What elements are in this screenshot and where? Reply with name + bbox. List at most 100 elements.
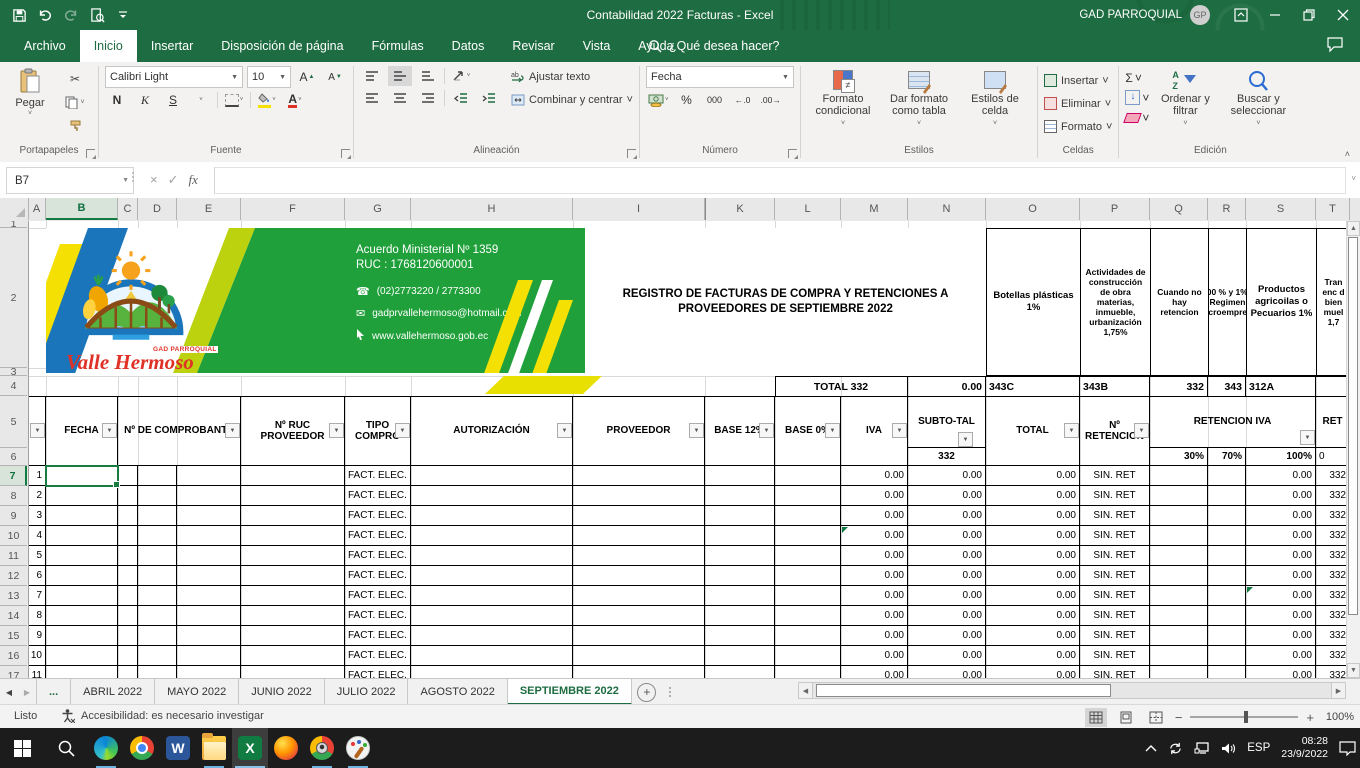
cell-R6[interactable]: 70% bbox=[1208, 448, 1246, 466]
horizontal-scroll-thumb[interactable] bbox=[816, 684, 1111, 697]
col-header-O[interactable]: O bbox=[986, 198, 1080, 220]
excel-icon[interactable]: X bbox=[232, 728, 268, 768]
row-header-6[interactable]: 6 bbox=[0, 448, 27, 466]
chrome-profile-icon[interactable] bbox=[304, 728, 340, 768]
formula-bar-splitter[interactable] bbox=[132, 172, 134, 182]
ribbon-tab-disposici-n-de-p-gina[interactable]: Disposición de página bbox=[207, 30, 357, 62]
filter-icon-FECHA[interactable]: ▼ bbox=[102, 423, 117, 438]
insert-cells-button[interactable]: Insertar˅ bbox=[1044, 70, 1112, 91]
cell-O6[interactable] bbox=[986, 448, 1080, 466]
cell-R4[interactable]: 343 bbox=[1208, 377, 1246, 396]
filter-icon-IVA[interactable]: ▼ bbox=[892, 423, 907, 438]
hscroll-right-icon[interactable]: ▶ bbox=[1331, 682, 1346, 699]
comment-icon[interactable] bbox=[1326, 35, 1348, 57]
cell-T16[interactable]: 332 bbox=[1316, 646, 1350, 666]
cell-O16[interactable]: 0.00 bbox=[986, 646, 1080, 666]
cell-K15[interactable] bbox=[705, 626, 775, 646]
row-header-10[interactable]: 10 bbox=[0, 526, 27, 546]
cell-M8[interactable]: 0.00 bbox=[841, 486, 908, 506]
align-right-button[interactable] bbox=[416, 88, 440, 108]
page-break-view-button[interactable] bbox=[1145, 708, 1167, 727]
comma-style-button[interactable]: 000 bbox=[703, 90, 727, 110]
cell-T9[interactable]: 332 bbox=[1316, 506, 1350, 526]
col-header-T[interactable]: T bbox=[1316, 198, 1350, 220]
font-name-select[interactable]: Calibri Light▼ bbox=[105, 66, 243, 88]
cell-B11[interactable] bbox=[46, 546, 118, 566]
cell-A10[interactable]: 4 bbox=[28, 526, 46, 546]
align-bottom-button[interactable] bbox=[416, 66, 440, 86]
cell-O4[interactable]: 343C bbox=[986, 377, 1080, 396]
shrink-font-button[interactable]: A▼ bbox=[323, 67, 347, 87]
cell-O12[interactable]: 0.00 bbox=[986, 566, 1080, 586]
cell-K8[interactable] bbox=[705, 486, 775, 506]
cell-M11[interactable]: 0.00 bbox=[841, 546, 908, 566]
cell-H15[interactable] bbox=[411, 626, 573, 646]
cell-B10[interactable] bbox=[46, 526, 118, 546]
vertical-scrollbar[interactable]: ▲ ▼ bbox=[1346, 221, 1360, 678]
filter-icon-RETENCION IVA[interactable]: ▼ bbox=[1300, 430, 1315, 445]
cell-O8[interactable]: 0.00 bbox=[986, 486, 1080, 506]
cell-R8[interactable] bbox=[1208, 486, 1246, 506]
cell-M10[interactable]: 0.00 bbox=[841, 526, 908, 546]
merge-center-button[interactable]: Combinar y centrar ˅ bbox=[511, 89, 633, 110]
cell-L12[interactable] bbox=[775, 566, 841, 586]
cell-M15[interactable]: 0.00 bbox=[841, 626, 908, 646]
new-sheet-button[interactable]: + bbox=[632, 679, 662, 705]
insert-function-icon[interactable]: fx bbox=[189, 172, 198, 188]
cell-L10[interactable] bbox=[775, 526, 841, 546]
cell-S13[interactable]: 0.00 bbox=[1246, 586, 1316, 606]
cell-I12[interactable] bbox=[573, 566, 705, 586]
cell-N8[interactable]: 0.00 bbox=[908, 486, 986, 506]
cell-G10[interactable]: FACT. ELEC. bbox=[345, 526, 411, 546]
cell-Q7[interactable] bbox=[1150, 466, 1208, 486]
cell-G15[interactable]: FACT. ELEC. bbox=[345, 626, 411, 646]
ribbon-tab-revisar[interactable]: Revisar bbox=[498, 30, 568, 62]
header-Q5[interactable]: RETENCION IVA bbox=[1150, 396, 1316, 448]
cell-G9[interactable]: FACT. ELEC. bbox=[345, 506, 411, 526]
header-S2[interactable]: Productos agricoilas o Pecuarios 1% bbox=[1247, 229, 1317, 376]
cell-Q15[interactable] bbox=[1150, 626, 1208, 646]
cell-S4[interactable]: 312A bbox=[1246, 377, 1316, 396]
cell-S12[interactable]: 0.00 bbox=[1246, 566, 1316, 586]
col-header-M[interactable]: M bbox=[841, 198, 908, 220]
increase-decimal-button[interactable]: ←.0 bbox=[731, 90, 755, 110]
cell-O17[interactable]: 0.00 bbox=[986, 666, 1080, 678]
align-left-button[interactable] bbox=[360, 88, 384, 108]
cell-N7[interactable]: 0.00 bbox=[908, 466, 986, 486]
firefox-icon[interactable] bbox=[268, 728, 304, 768]
cell-T10[interactable]: 332 bbox=[1316, 526, 1350, 546]
sheet-tabs-menu[interactable] bbox=[662, 679, 678, 705]
grow-font-button[interactable]: A▲ bbox=[295, 67, 319, 87]
sheet-tab-junio-2022[interactable]: JUNIO 2022 bbox=[239, 679, 325, 705]
col-header-L[interactable]: L bbox=[775, 198, 841, 220]
row-header-5[interactable]: 5 bbox=[0, 396, 27, 448]
cell-E16[interactable] bbox=[177, 646, 241, 666]
tell-me-search[interactable]: ¿Qué desea hacer? bbox=[648, 30, 780, 62]
cell-G13[interactable]: FACT. ELEC. bbox=[345, 586, 411, 606]
accounting-format-button[interactable]: ˅ bbox=[646, 90, 671, 110]
avatar[interactable]: GP bbox=[1190, 5, 1210, 25]
scroll-up-icon[interactable]: ▲ bbox=[1347, 221, 1360, 236]
cell-M17[interactable]: 0.00 bbox=[841, 666, 908, 678]
cell-H17[interactable] bbox=[411, 666, 573, 678]
cell-P13[interactable]: SIN. RET bbox=[1080, 586, 1150, 606]
file-explorer-icon[interactable] bbox=[196, 728, 232, 768]
cell-M16[interactable]: 0.00 bbox=[841, 646, 908, 666]
cell-H13[interactable] bbox=[411, 586, 573, 606]
hscroll-left-icon[interactable]: ◀ bbox=[798, 682, 813, 699]
vertical-scroll-thumb[interactable] bbox=[1348, 237, 1358, 615]
cell-D16[interactable] bbox=[138, 646, 177, 666]
col-header-Q[interactable]: Q bbox=[1150, 198, 1208, 220]
format-as-table-button[interactable]: Dar formato como tabla ˅ bbox=[883, 66, 955, 130]
cell-E8[interactable] bbox=[177, 486, 241, 506]
cell-P6[interactable] bbox=[1080, 448, 1150, 466]
underline-dropdown[interactable]: ˅ bbox=[189, 90, 213, 110]
cell-S11[interactable]: 0.00 bbox=[1246, 546, 1316, 566]
row-header-17[interactable]: 17 bbox=[0, 666, 27, 678]
cell-Q13[interactable] bbox=[1150, 586, 1208, 606]
cut-button[interactable]: ✂ bbox=[58, 69, 92, 89]
cell-D17[interactable] bbox=[138, 666, 177, 678]
zoom-in-icon[interactable]: + bbox=[1306, 710, 1314, 725]
cell-D11[interactable] bbox=[138, 546, 177, 566]
cell-C6[interactable] bbox=[118, 448, 241, 466]
